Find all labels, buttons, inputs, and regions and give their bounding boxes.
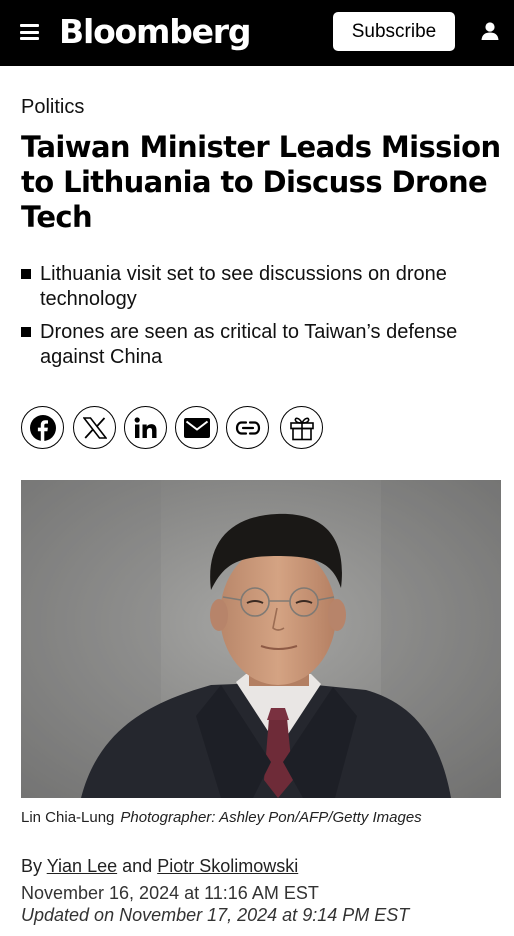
photo-subject: Lin Chia-Lung <box>21 809 115 826</box>
hamburger-menu-icon[interactable] <box>20 24 39 40</box>
byline-joiner: and <box>122 856 153 876</box>
link-icon <box>235 420 260 435</box>
gift-article-button[interactable] <box>280 406 323 449</box>
updated-timestamp: Updated on November 17, 2024 at 9:14 PM … <box>21 905 410 925</box>
byline: By Yian Lee and Piotr Skolimowski <box>21 854 298 878</box>
linkedin-icon <box>134 416 156 438</box>
share-linkedin-button[interactable] <box>124 406 167 449</box>
share-facebook-button[interactable] <box>21 406 64 449</box>
author-link-piotr-skolimowski[interactable]: Piotr Skolimowski <box>157 856 298 876</box>
byline-prefix: By <box>21 856 43 876</box>
article-photo <box>21 480 501 798</box>
user-icon[interactable] <box>479 20 501 42</box>
photo-caption: Lin Chia-Lung Photographer: Ashley Pon/AF… <box>21 808 506 828</box>
gift-icon <box>289 417 314 440</box>
share-x-button[interactable] <box>73 406 116 449</box>
subscribe-button[interactable]: Subscribe <box>333 12 455 51</box>
article-category[interactable]: Politics <box>21 94 84 120</box>
summary-bullet: Lithuania visit set to see discussions o… <box>21 262 506 312</box>
summary-bullet: Drones are seen as critical to Taiwan’s … <box>21 320 506 370</box>
facebook-icon <box>29 414 56 441</box>
photo-credit: Photographer: Ashley Pon/AFP/Getty Image… <box>120 809 422 826</box>
x-icon <box>82 416 107 439</box>
bullet-square-icon <box>21 327 31 337</box>
bloomberg-logo[interactable]: Bloomberg <box>59 12 251 52</box>
share-email-button[interactable] <box>175 406 218 449</box>
bullet-square-icon <box>21 269 31 279</box>
summary-bullet-text: Drones are seen as critical to Taiwan’s … <box>40 321 458 368</box>
author-link-yian-lee[interactable]: Yian Lee <box>47 856 117 876</box>
email-icon <box>183 417 210 438</box>
published-timestamp: November 16, 2024 at 11:16 AM EST <box>21 883 319 903</box>
top-navigation-bar: Bloomberg Subscribe <box>0 0 514 66</box>
summary-bullets: Lithuania visit set to see discussions o… <box>21 262 506 378</box>
copy-link-button[interactable] <box>226 406 269 449</box>
article-headline: Taiwan Minister Leads Mission to Lithuan… <box>21 130 501 234</box>
summary-bullet-text: Lithuania visit set to see discussions o… <box>40 263 447 310</box>
